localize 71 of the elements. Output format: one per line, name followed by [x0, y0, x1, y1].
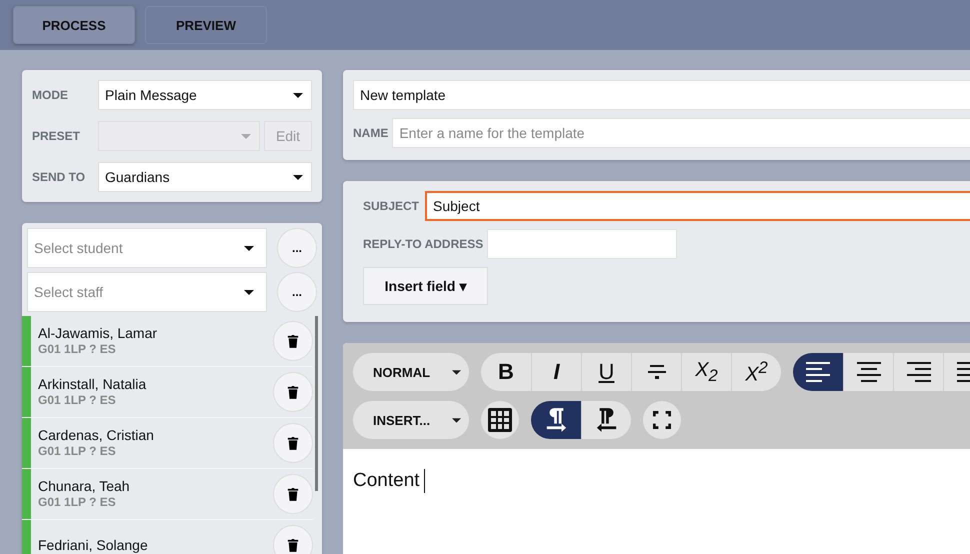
- field-label: MODE: [32, 88, 69, 102]
- caret-icon: [452, 418, 461, 422]
- tab[interactable]: PREVIEW: [145, 6, 267, 44]
- align-right-icon: [906, 362, 930, 382]
- align-right-button[interactable]: [893, 353, 943, 391]
- name-field[interactable]: Enter a name for the template: [392, 118, 970, 148]
- caret-icon: [244, 290, 254, 294]
- caret-icon: [241, 134, 251, 138]
- align-center-icon: [856, 362, 880, 382]
- field-label: SUBJECT: [363, 199, 420, 213]
- editor-content[interactable]: Content: [343, 449, 970, 513]
- recipient-name: Chunara, Teah: [38, 478, 131, 494]
- fullscreen-button[interactable]: [643, 401, 681, 439]
- more-button[interactable]: ...: [277, 228, 317, 268]
- right-to-left-button[interactable]: [581, 401, 631, 439]
- bold-button[interactable]: B: [481, 353, 531, 391]
- paragraph-right-arrow-icon: [545, 408, 567, 432]
- caret-icon: [293, 174, 303, 180]
- align-center-button[interactable]: [843, 353, 893, 391]
- reply-to-field[interactable]: [487, 229, 678, 259]
- trash-icon: [287, 436, 300, 450]
- trash-icon: [287, 334, 300, 348]
- trash-icon: [287, 487, 300, 501]
- more-button[interactable]: ...: [277, 272, 317, 312]
- recipient-group: G01 1LP ? ES: [38, 443, 274, 459]
- field-label: NAME: [353, 126, 388, 140]
- strike-button[interactable]: [631, 353, 681, 391]
- delete-button[interactable]: [273, 423, 314, 463]
- scrollbar[interactable]: [315, 316, 318, 491]
- recipient-group: G01 1LP ? ES: [38, 392, 274, 408]
- left-to-right-button[interactable]: [531, 401, 581, 439]
- field-label: PRESET: [32, 129, 82, 143]
- delete-button[interactable]: [273, 372, 314, 412]
- table-button[interactable]: [481, 401, 519, 439]
- recipient-name: Fedriani, Solange: [38, 537, 149, 553]
- paragraph-left-arrow-icon: [596, 408, 618, 432]
- tab[interactable]: PROCESS: [13, 6, 135, 44]
- caret-icon: [293, 92, 303, 98]
- align-left-icon: [806, 362, 830, 382]
- style-dropdown[interactable]: NORMAL: [353, 353, 469, 391]
- underline-button[interactable]: U: [581, 353, 631, 391]
- recipient-name: Cardenas, Cristian: [38, 427, 155, 443]
- staff-dropdown[interactable]: Select staff: [27, 272, 267, 312]
- strikethrough-icon: [646, 364, 666, 380]
- insert-dropdown[interactable]: INSERT...: [353, 401, 469, 439]
- send-to-dropdown[interactable]: Guardians: [98, 162, 312, 192]
- recipient-name: Arkinstall, Natalia: [38, 376, 148, 392]
- italic-button[interactable]: I: [531, 353, 581, 391]
- delete-button[interactable]: [273, 474, 314, 514]
- content-text: Content: [353, 470, 420, 492]
- delete-button[interactable]: [273, 525, 314, 554]
- subject-field[interactable]: Subject: [425, 191, 970, 221]
- caret-icon: [452, 370, 461, 374]
- student-dropdown[interactable]: Select student: [27, 228, 267, 268]
- field-label: SEND TO: [32, 170, 86, 184]
- insert-field-button[interactable]: Insert field ▾: [363, 267, 488, 305]
- fullscreen-icon: [653, 411, 671, 429]
- align-left-button[interactable]: [793, 353, 843, 391]
- field-label: REPLY-TO ADDRESS: [363, 237, 484, 251]
- recipient-group: G01 1LP ? ES: [38, 494, 274, 510]
- subscript-button[interactable]: X$_{2}$: [681, 353, 731, 391]
- superscript-button[interactable]: X$^{2}$: [731, 353, 781, 391]
- trash-icon: [287, 385, 300, 399]
- table-icon: [488, 408, 512, 432]
- recipient-name: Al-Jawamis, Lamar: [38, 325, 158, 341]
- delete-button[interactable]: [273, 321, 314, 361]
- recipient-group: G01 1LP ? ES: [38, 341, 274, 357]
- mode-dropdown[interactable]: Plain Message: [98, 80, 312, 110]
- caret-icon: [244, 246, 254, 250]
- trash-icon: [287, 538, 300, 552]
- template-title-field[interactable]: New template: [353, 80, 970, 110]
